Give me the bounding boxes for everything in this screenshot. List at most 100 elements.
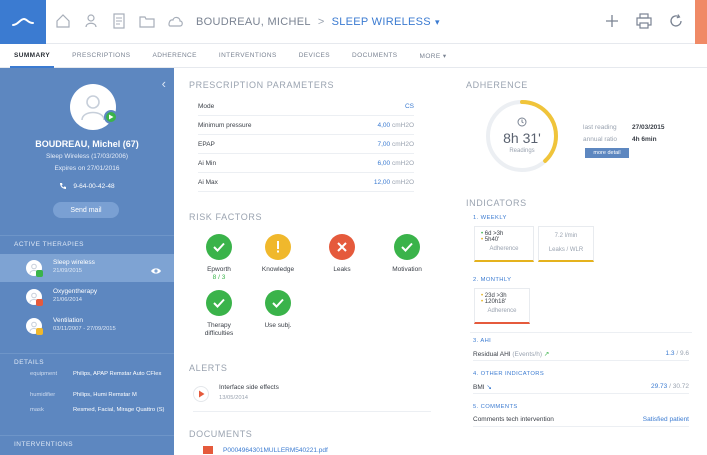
brand-logo[interactable] xyxy=(0,0,46,44)
comments-row[interactable]: Comments tech intervention Satisfied pat… xyxy=(473,413,689,427)
file-icon xyxy=(203,446,213,454)
therapy-date: 03/11/2007 - 27/09/2015 xyxy=(53,326,116,332)
bmi-label-wrap: BMI ↘ xyxy=(473,383,492,391)
user-icon[interactable] xyxy=(82,12,100,30)
weekly-title: 1. WEEKLY xyxy=(473,215,507,221)
add-icon[interactable] xyxy=(603,12,621,30)
interventions-title[interactable]: INTERVENTIONS xyxy=(0,435,174,449)
refresh-icon[interactable] xyxy=(667,12,685,30)
notification-strip[interactable] xyxy=(695,0,707,44)
print-icon[interactable] xyxy=(635,12,653,30)
chevron-down-icon[interactable]: ▾ xyxy=(435,17,440,28)
send-mail-button[interactable]: Send mail xyxy=(53,202,119,218)
tab-adherence[interactable]: ADHERENCE xyxy=(152,44,196,68)
param-value-wrap: 7,00 cmH2O xyxy=(378,141,415,148)
risk-title: RISK FACTORS xyxy=(189,212,263,222)
detail-value: Resmed, Facial, Mirage Quattro (S) xyxy=(73,407,165,413)
bullet-icon: • xyxy=(481,299,484,305)
ahi-title: 3. AHI xyxy=(473,338,492,344)
app-window: BOUDREAU, MICHEL > SLEEP WIRELESS ▾ SUMM… xyxy=(0,0,707,455)
folder-icon[interactable] xyxy=(138,12,156,30)
comments-title: 5. COMMENTS xyxy=(473,404,518,410)
comments-label: Comments tech intervention xyxy=(473,416,554,423)
tab-more[interactable]: MORE ▾ xyxy=(420,44,447,68)
indicators-title: INDICATORS xyxy=(466,198,527,208)
trend-down-icon: ↘ xyxy=(486,383,492,391)
param-row: Ai Max 12,00 cmH2O xyxy=(198,174,414,192)
param-name: Minimum pressure xyxy=(198,122,252,129)
brand-wave-icon xyxy=(12,17,34,26)
therapy-date: 21/09/2015 xyxy=(53,268,83,274)
document-filename[interactable]: P0004964301MULLERM540221.pdf xyxy=(223,447,328,454)
tab-summary[interactable]: SUMMARY xyxy=(9,44,55,68)
param-unit: cmH2O xyxy=(391,179,414,186)
top-bar: BOUDREAU, MICHEL > SLEEP WIRELESS ▾ xyxy=(0,0,707,44)
leaks-foot: Leaks / WLR xyxy=(548,247,584,253)
alert-item[interactable]: Interface side effects 13/05/2014 xyxy=(193,380,431,412)
risk-label: Use subj. xyxy=(264,322,292,329)
active-therapies-title: ACTIVE THERAPIES xyxy=(0,235,174,249)
therapy-status-badge xyxy=(36,328,43,335)
therapy-date: 21/06/2014 xyxy=(53,297,83,303)
ahi-row[interactable]: Residual AHI (Events/h) ↗ 1.3 / 9.6 xyxy=(473,347,689,361)
therapy-text: Oxygentherapy 21/06/2014 xyxy=(53,288,97,303)
param-value-wrap: 6,00 cmH2O xyxy=(378,160,415,167)
risk-label: Leaks xyxy=(333,266,351,273)
ahi-values: 1.3 / 9.6 xyxy=(665,350,689,357)
check-icon xyxy=(206,234,232,260)
monthly-title: 2. MONTHLY xyxy=(473,277,512,283)
param-name: EPAP xyxy=(198,141,215,148)
param-value: 6,00 xyxy=(377,160,391,167)
therapy-item-sleep-wireless[interactable]: Sleep wireless 21/09/2015 xyxy=(0,254,174,282)
monthly-line-2: • 120h18' xyxy=(481,299,523,305)
breadcrumb: BOUDREAU, MICHEL > SLEEP WIRELESS ▾ xyxy=(196,0,440,44)
param-value-wrap: 4,00 cmH2O xyxy=(378,122,415,129)
documents-title: DOCUMENTS xyxy=(189,429,253,439)
adherence-ring[interactable]: 8h 31' Readings xyxy=(484,98,560,174)
breadcrumb-patient[interactable]: BOUDREAU, MICHEL xyxy=(196,16,311,28)
risk-knowledge[interactable]: Knowledge xyxy=(243,234,313,274)
param-value-wrap: 12,00 cmH2O xyxy=(374,179,414,186)
collapse-sidebar-icon[interactable]: ‹ xyxy=(162,76,166,91)
monthly-foot: Adherence xyxy=(487,308,517,314)
therapy-item-oxygentherapy[interactable]: Oxygentherapy 21/06/2014 xyxy=(0,283,174,311)
document-item[interactable]: P0004964301MULLERM540221.pdf xyxy=(203,446,328,454)
leaks-value: 7.2 l/min xyxy=(554,233,578,239)
eye-icon[interactable] xyxy=(150,262,162,280)
param-row: EPAP 7,00 cmH2O xyxy=(198,136,414,154)
tab-prescriptions[interactable]: PRESCRIPTIONS xyxy=(72,44,130,68)
home-icon[interactable] xyxy=(54,12,72,30)
param-name: Ai Min xyxy=(198,160,217,167)
therapy-status-badge xyxy=(36,299,43,306)
cloud-icon[interactable] xyxy=(166,12,184,30)
more-detail-button[interactable]: more detail xyxy=(585,148,629,158)
detail-humidifier: humidifier Philips, Humi Remstar M xyxy=(30,392,174,400)
weekly-adherence-card[interactable]: • 6d >3h • 5h40' Adherence xyxy=(474,226,534,262)
param-value: 7,00 xyxy=(377,141,391,148)
tab-devices[interactable]: DEVICES xyxy=(299,44,330,68)
value-separator: / xyxy=(669,383,671,390)
therapy-item-ventilation[interactable]: Ventilation 03/11/2007 - 27/09/2015 xyxy=(0,312,174,340)
breadcrumb-therapy[interactable]: SLEEP WIRELESS xyxy=(332,16,431,28)
tab-documents[interactable]: DOCUMENTS xyxy=(352,44,398,68)
alerts-title: ALERTS xyxy=(189,363,228,373)
patient-phone[interactable]: 9-64-00-42-48 xyxy=(0,182,174,190)
alert-date: 13/05/2014 xyxy=(219,395,249,401)
weekly-foot: Adherence xyxy=(489,246,519,252)
leaks-card[interactable]: 7.2 l/min Leaks / WLR xyxy=(538,226,594,262)
param-name: Mode xyxy=(198,103,215,110)
bullet-icon: • xyxy=(481,237,484,243)
tab-interventions[interactable]: INTERVENTIONS xyxy=(219,44,277,68)
therapy-name: Sleep wireless xyxy=(53,259,95,266)
monthly-adherence-card[interactable]: • 23d >3h • 120h18' Adherence xyxy=(474,288,530,324)
risk-use-subj[interactable]: Use subj. xyxy=(243,290,313,330)
detail-key: equipment xyxy=(30,371,58,377)
risk-leaks[interactable]: Leaks xyxy=(307,234,377,274)
risk-label: Therapy difficulties xyxy=(204,322,234,338)
risk-motivation[interactable]: Motivation xyxy=(372,234,442,274)
document-icon[interactable] xyxy=(110,12,128,30)
alert-title: Interface side effects xyxy=(219,384,279,391)
adherence-title: ADHERENCE xyxy=(466,80,528,90)
play-icon[interactable] xyxy=(104,110,118,124)
bmi-row[interactable]: BMI ↘ 29.73 / 30.72 xyxy=(473,380,689,394)
